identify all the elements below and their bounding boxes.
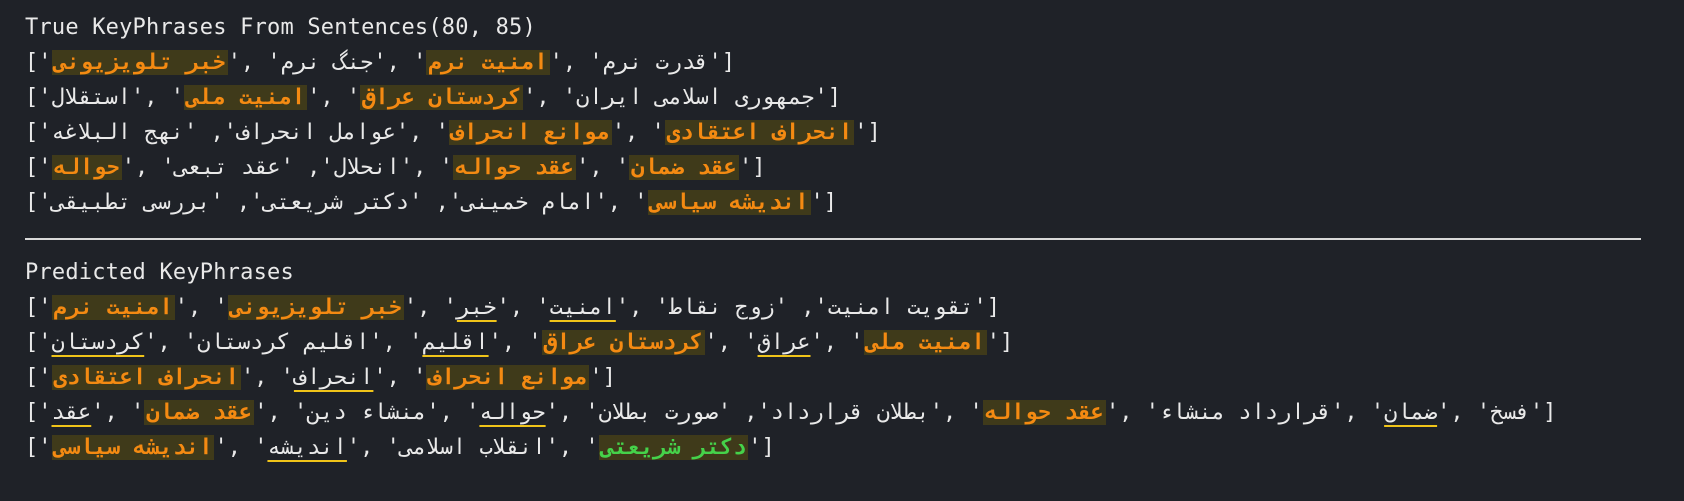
predicted-keyphrases-list: ['امنیت نرم', 'خبر تلویزیونی', 'خبر', 'ا… xyxy=(25,290,1684,465)
phrase-text: ', ' xyxy=(174,295,228,320)
true_section-row: ['خبر تلویزیونی', 'جنگ نرم', 'امنیت نرم'… xyxy=(25,45,1684,80)
underlined-phrase: ضمان xyxy=(1384,400,1438,425)
phrase-text: ['امام خمینی', 'دکتر شریعتی', 'بررسی تطب… xyxy=(25,190,648,215)
highlighted-phrase: عقد ضمان xyxy=(629,155,740,180)
underlined-phrase: کردستان xyxy=(51,330,145,355)
phrase-text: ', 'منشاء دین', ' xyxy=(254,400,480,425)
phrase-text: ', ' xyxy=(810,330,864,355)
output-panel: True KeyPhrases From Sentences(80, 85) [… xyxy=(0,0,1684,465)
highlighted-phrase: امنیت ملی xyxy=(183,85,308,110)
true_section-row: ['حواله', 'انحلال', 'عقد تبعی', 'عقد حوا… xyxy=(25,150,1684,185)
phrase-text: ', 'جمهوری اسلامی ایران'] xyxy=(523,85,842,110)
phrase-text: ', 'قرارداد منشاء', ' xyxy=(1105,400,1385,425)
highlighted-phrase: خبر تلویزیونی xyxy=(51,50,228,75)
pred_section-row: ['کردستان', 'اقلیم کردستان', 'اقلیم', 'ک… xyxy=(25,325,1684,360)
phrase-text: ', ' xyxy=(403,295,457,320)
highlighted-phrase: حواله xyxy=(51,155,122,180)
phrase-text: ', ' xyxy=(576,155,630,180)
predicted-keyphrases-title: Predicted KeyPhrases xyxy=(25,260,294,285)
phrase-text: ', 'قدرت نرم'] xyxy=(549,50,736,75)
underlined-phrase: اندیشه xyxy=(267,435,347,460)
phrase-text: ', ' xyxy=(611,120,665,145)
underlined-phrase: خبر xyxy=(456,295,497,320)
highlighted-phrase: موانع انحراف xyxy=(448,120,612,145)
phrase-text: [' xyxy=(25,155,52,180)
highlighted-phrase: خبر تلویزیونی xyxy=(227,295,404,320)
phrase-text: '] xyxy=(986,330,1014,355)
highlighted-phrase: امنیت ملی xyxy=(863,330,987,355)
true_section-row: ['عوامل انحراف', 'نهج البلاغه', 'موانع ا… xyxy=(25,115,1684,150)
highlighted-phrase-green: دکتر شریعتی xyxy=(598,435,749,460)
true_section-row: ['استقلال', 'امنیت ملی', 'کردستان عراق',… xyxy=(25,80,1684,115)
highlighted-phrase: انحراف اعتقادی xyxy=(51,365,241,390)
pred_section-row: ['انحراف اعتقادی', 'انحراف', 'موانع انحر… xyxy=(25,360,1684,395)
underlined-phrase: اقلیم xyxy=(422,330,489,355)
phrase-text: [' xyxy=(25,400,52,425)
pred_section-row: ['اندیشه سیاسی', 'اندیشه', 'انقلاب اسلام… xyxy=(25,430,1684,465)
true-keyphrases-list: ['خبر تلویزیونی', 'جنگ نرم', 'امنیت نرم'… xyxy=(25,45,1684,220)
phrase-text: '] xyxy=(810,190,838,215)
highlighted-phrase: موانع انحراف xyxy=(426,365,590,390)
phrase-text: [' xyxy=(25,435,52,460)
phrase-text: ', ' xyxy=(91,400,145,425)
underlined-phrase: عراق xyxy=(757,330,811,355)
phrase-text: ', ' xyxy=(488,330,542,355)
phrase-text: ', ' xyxy=(496,295,550,320)
highlighted-phrase: کردستان عراق xyxy=(541,330,705,355)
phrase-text: [' xyxy=(25,365,52,390)
section-divider xyxy=(25,238,1641,240)
phrase-text: ', 'انحلال', 'عقد تبعی', ' xyxy=(121,155,453,180)
phrase-text: [' xyxy=(25,50,52,75)
phrase-text: ', 'اقلیم کردستان', ' xyxy=(144,330,423,355)
highlighted-phrase: عقد حواله xyxy=(452,155,577,180)
phrase-text: [' xyxy=(25,295,52,320)
underlined-phrase: حواله xyxy=(479,400,546,425)
phrase-text: ', ' xyxy=(214,435,268,460)
phrase-text: ', 'فسخ'] xyxy=(1437,400,1557,425)
phrase-text: ', ' xyxy=(240,365,294,390)
phrase-text: ', 'بطلان قرارداد', 'صورت بطلان', ' xyxy=(545,400,983,425)
highlighted-phrase: عقد حواله xyxy=(982,400,1106,425)
highlighted-phrase: امنیت نرم xyxy=(426,50,550,75)
phrase-text: ', 'تقویت امنیت', 'زوج نقاط'] xyxy=(615,295,1000,320)
phrase-text: ', ' xyxy=(373,365,427,390)
highlighted-phrase: انحراف اعتقادی xyxy=(664,120,855,145)
phrase-text: '] xyxy=(748,435,775,460)
highlighted-phrase: اندیشه سیاسی xyxy=(647,190,811,215)
phrase-text: ', 'انقلاب اسلامی', ' xyxy=(346,435,599,460)
underlined-phrase: عقد xyxy=(51,400,92,425)
phrase-text: '] xyxy=(739,155,766,180)
true-keyphrases-title: True KeyPhrases From Sentences(80, 85) xyxy=(25,15,536,40)
phrase-text: ', ' xyxy=(307,85,361,110)
phrase-text: ['عوامل انحراف', 'نهج البلاغه', ' xyxy=(25,120,449,145)
phrase-text: ', ' xyxy=(704,330,758,355)
underlined-phrase: انحراف xyxy=(293,365,374,390)
highlighted-phrase: کردستان عراق xyxy=(360,85,524,110)
phrase-text: '] xyxy=(854,120,881,145)
true_section-row: ['امام خمینی', 'دکتر شریعتی', 'بررسی تطب… xyxy=(25,185,1684,220)
highlighted-phrase: امنیت نرم xyxy=(51,295,175,320)
phrase-text: ', 'جنگ نرم', ' xyxy=(227,50,427,75)
pred_section-row: ['عقد', 'عقد ضمان', 'منشاء دین', 'حواله'… xyxy=(25,395,1684,430)
underlined-phrase: امنیت xyxy=(549,295,616,320)
phrase-text: [' xyxy=(25,330,52,355)
highlighted-phrase: اندیشه سیاسی xyxy=(51,435,215,460)
highlighted-phrase: عقد ضمان xyxy=(144,400,255,425)
phrase-text: '] xyxy=(589,365,616,390)
phrase-text: ['استقلال', ' xyxy=(25,85,184,110)
pred_section-row: ['امنیت نرم', 'خبر تلویزیونی', 'خبر', 'ا… xyxy=(25,290,1684,325)
